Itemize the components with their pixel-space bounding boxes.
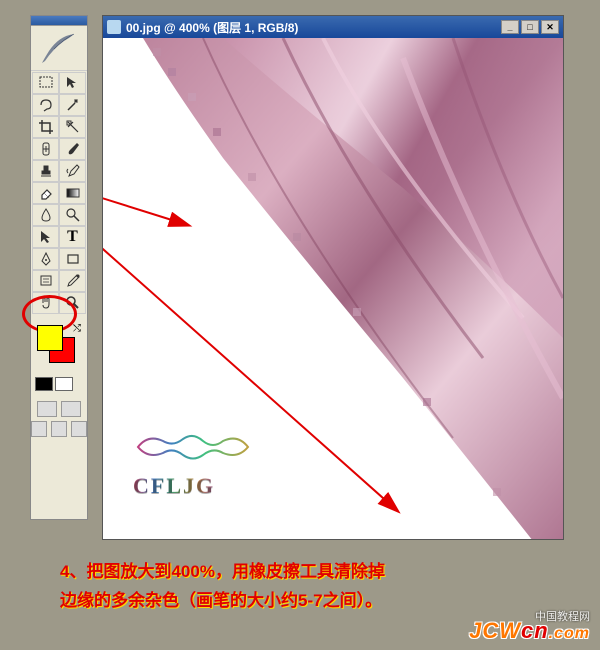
eraser-tool[interactable]: [32, 182, 59, 204]
minimize-button[interactable]: _: [501, 20, 519, 34]
magic-wand-tool[interactable]: [59, 94, 86, 116]
gradient-tool[interactable]: [59, 182, 86, 204]
blur-tool[interactable]: [32, 204, 59, 226]
lasso-tool[interactable]: [32, 94, 59, 116]
screen-mode-3[interactable]: [71, 421, 87, 437]
shape-tool[interactable]: [59, 248, 86, 270]
instruction-text: 4、把图放大到400%，用橡皮擦工具清除掉 边缘的多余杂色（画笔的大小约5-7之…: [60, 558, 540, 616]
document-icon: [107, 20, 121, 34]
healing-tool[interactable]: [32, 138, 59, 160]
canvas[interactable]: CFLJG: [103, 38, 563, 539]
slice-tool[interactable]: [59, 116, 86, 138]
eyedropper-tool[interactable]: [59, 270, 86, 292]
type-tool[interactable]: T: [59, 226, 86, 248]
history-brush-tool[interactable]: [59, 160, 86, 182]
watermark-logo: JCWcn.com: [469, 618, 590, 644]
canvas-logo-text: CFLJG: [133, 473, 215, 499]
canvas-ornament: [128, 429, 258, 464]
pen-tool[interactable]: [32, 248, 59, 270]
zoom-tool[interactable]: [59, 292, 86, 314]
tools-grid: T: [31, 71, 87, 315]
maximize-button[interactable]: □: [521, 20, 539, 34]
standard-mode[interactable]: [37, 401, 57, 417]
dodge-tool[interactable]: [59, 204, 86, 226]
notes-tool[interactable]: [32, 270, 59, 292]
move-tool[interactable]: [59, 72, 86, 94]
foreground-color[interactable]: [37, 325, 63, 351]
titlebar[interactable]: 00.jpg @ 400% (图层 1, RGB/8) _ □ ✕: [103, 16, 563, 38]
crop-tool[interactable]: [32, 116, 59, 138]
quickmask-mode[interactable]: [61, 401, 81, 417]
screen-mode-2[interactable]: [51, 421, 67, 437]
swap-colors-icon[interactable]: ⤭: [73, 323, 81, 334]
marquee-tool[interactable]: [32, 72, 59, 94]
document-window: 00.jpg @ 400% (图层 1, RGB/8) _ □ ✕: [102, 15, 564, 540]
hand-tool[interactable]: [32, 292, 59, 314]
toolbox-logo: [31, 26, 87, 71]
window-title: 00.jpg @ 400% (图层 1, RGB/8): [126, 19, 501, 36]
color-swatches: ⤭: [31, 321, 87, 371]
toolbox-grip[interactable]: [31, 16, 87, 26]
close-button[interactable]: ✕: [541, 20, 559, 34]
brush-tool[interactable]: [59, 138, 86, 160]
default-colors[interactable]: [31, 373, 87, 395]
screen-mode-1[interactable]: [31, 421, 47, 437]
stamp-tool[interactable]: [32, 160, 59, 182]
path-select-tool[interactable]: [32, 226, 59, 248]
photoshop-toolbox: T ⤭: [30, 15, 88, 520]
